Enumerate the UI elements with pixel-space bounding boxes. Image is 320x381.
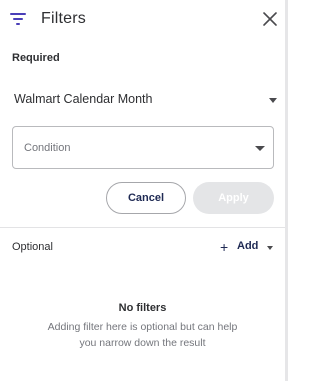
page-title: Filters xyxy=(41,10,86,27)
optional-section-label: Optional xyxy=(12,241,53,253)
add-filter-label: Add xyxy=(237,240,259,252)
chevron-down-icon xyxy=(255,146,265,151)
condition-select[interactable]: Condition xyxy=(12,126,274,169)
empty-state-description: Adding filter here is optional but can h… xyxy=(47,321,238,349)
add-filter-button[interactable]: + Add xyxy=(218,238,276,256)
calendar-month-select[interactable]: Walmart Calendar Month xyxy=(12,86,278,114)
required-section-label: Required xyxy=(12,52,60,64)
section-divider xyxy=(0,227,285,228)
cancel-button[interactable]: Cancel xyxy=(106,182,186,214)
condition-placeholder: Condition xyxy=(24,142,71,154)
panel-header: Filters xyxy=(0,0,285,38)
panel-right-border xyxy=(285,0,288,381)
calendar-select-value: Walmart Calendar Month xyxy=(14,92,153,106)
filter-lines-icon xyxy=(10,13,26,25)
apply-button[interactable]: Apply xyxy=(193,182,274,214)
plus-icon: + xyxy=(220,239,229,255)
close-icon[interactable] xyxy=(262,11,278,27)
chevron-down-icon xyxy=(269,98,277,103)
empty-state-title: No filters xyxy=(118,302,167,314)
chevron-down-icon xyxy=(267,246,273,250)
filters-panel: Filters Required Walmart Calendar Month … xyxy=(0,0,285,381)
